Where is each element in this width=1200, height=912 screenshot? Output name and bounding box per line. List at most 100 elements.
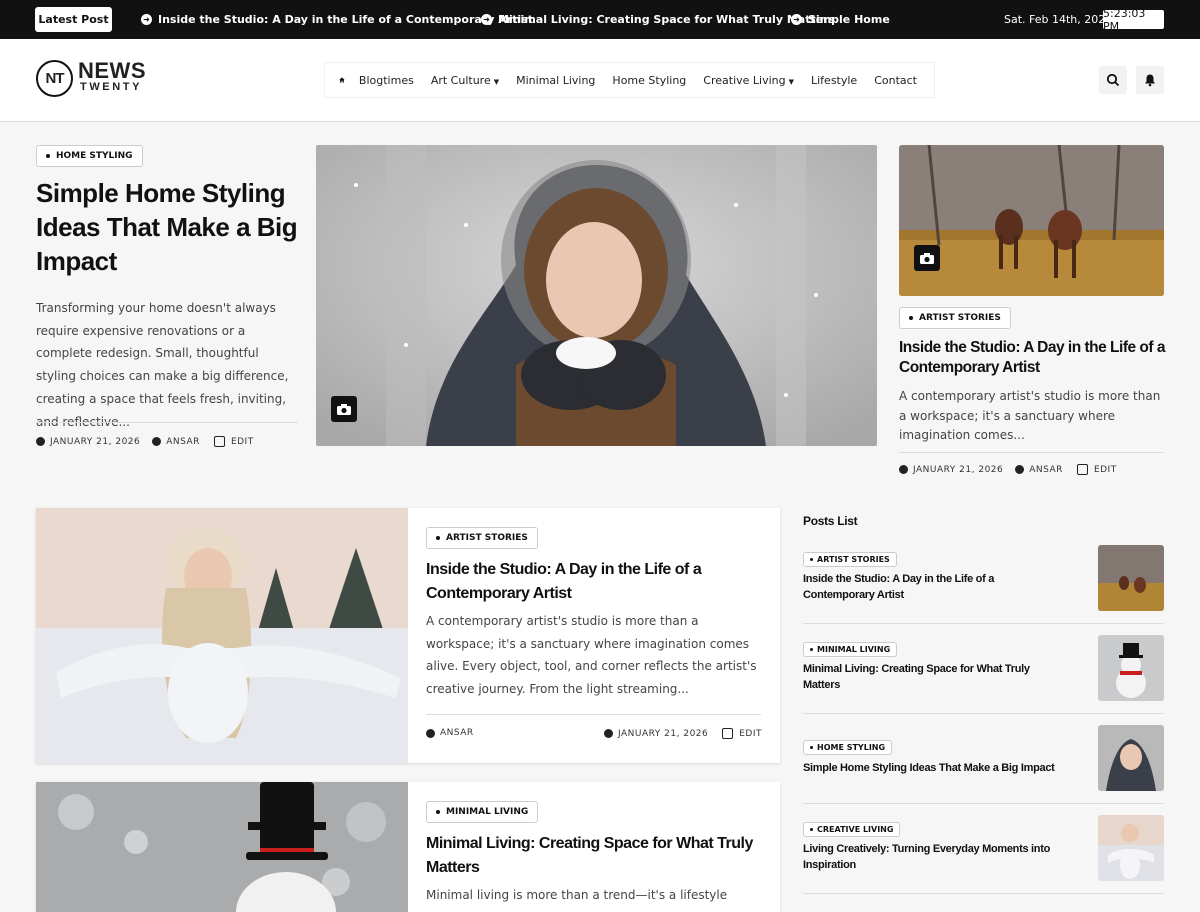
side-feature-tag[interactable]: ARTIST STORIES — [899, 307, 1011, 329]
snow-girl-thumbnail — [1098, 815, 1164, 881]
site-header: NT NEWS TWENTY Blogtimes Art Culture ▼ Mi… — [0, 39, 1200, 122]
item-category-tag[interactable]: HOME STYLING — [803, 740, 893, 755]
posts-list-item[interactable]: ARTIST STORIES Inside the Studio: A Day … — [803, 545, 1164, 611]
dot-icon — [810, 558, 813, 561]
arrow-right-icon: ➜ — [141, 14, 152, 25]
snow-girl-image — [36, 508, 408, 763]
winter-girl-thumbnail — [1098, 725, 1164, 791]
post-author[interactable]: ANSAR — [440, 728, 474, 738]
ticker-item[interactable]: ➜ Simple Home — [791, 0, 890, 39]
post-date[interactable]: JANUARY 21, 2026 — [913, 465, 1003, 475]
card-title[interactable]: Inside the Studio: A Day in the Life of … — [426, 558, 756, 606]
caret-down-icon: ▼ — [493, 77, 500, 86]
item-category-tag[interactable]: ARTIST STORIES — [803, 552, 897, 567]
hero-meta: JANUARY 21, 2026 ANSAR EDIT — [36, 436, 254, 447]
nav-item-creative-living[interactable]: Creative Living ▼ — [703, 74, 794, 87]
nav-item-label: Art Culture — [430, 73, 491, 87]
item-thumbnail[interactable] — [1098, 635, 1164, 701]
ticker-item[interactable]: ➜ Inside the Studio: A Day in the Life of… — [141, 0, 533, 39]
item-title[interactable]: Living Creatively: Turning Everyday Mome… — [803, 841, 1073, 873]
item-category-tag[interactable]: CREATIVE LIVING — [803, 822, 901, 837]
divider — [803, 713, 1164, 714]
caret-down-icon: ▼ — [788, 77, 794, 86]
hero-category-tag[interactable]: HOME STYLING — [36, 145, 143, 167]
camera-icon — [914, 245, 940, 271]
post-author[interactable]: ANSAR — [166, 437, 200, 447]
nav-item-minimal-living[interactable]: Minimal Living — [516, 74, 595, 87]
logo-word-twenty[interactable]: TWENTY — [80, 81, 142, 93]
camera-icon — [331, 396, 357, 422]
nav-item-art-culture[interactable]: Art Culture ▼ — [431, 74, 499, 87]
post-card: ARTIST STORIES Inside the Studio: A Day … — [36, 508, 780, 763]
latest-post-label: Latest Post — [35, 7, 112, 32]
clock-icon — [899, 465, 908, 474]
item-thumbnail[interactable] — [1098, 545, 1164, 611]
posts-list-item[interactable]: CREATIVE LIVING Living Creatively: Turni… — [803, 815, 1164, 881]
post-card: MINIMAL LIVING Minimal Living: Creating … — [36, 782, 780, 912]
nav-item-home-styling[interactable]: Home Styling — [612, 74, 686, 87]
horses-thumbnail — [1098, 545, 1164, 611]
logo-mark[interactable]: NT — [36, 60, 73, 97]
ticker-item-label: Inside the Studio: A Day in the Life of … — [158, 13, 533, 26]
side-feature-meta: JANUARY 21, 2026 ANSAR EDIT — [899, 464, 1117, 475]
hero-title[interactable]: Simple Home Styling Ideas That Make a Bi… — [36, 176, 301, 278]
tag-label: ARTIST STORIES — [919, 313, 1001, 323]
post-author[interactable]: ANSAR — [1029, 465, 1063, 475]
notification-button[interactable] — [1136, 66, 1164, 94]
nav-item-blogtimes[interactable]: Blogtimes — [359, 74, 414, 87]
dot-icon — [810, 828, 813, 831]
card-category-tag[interactable]: ARTIST STORIES — [426, 527, 538, 549]
top-bar: Latest Post ➜ Inside the Studio: A Day in… — [0, 0, 1200, 39]
item-title[interactable]: Minimal Living: Creating Space for What … — [803, 661, 1053, 693]
user-icon — [426, 728, 435, 738]
ticker-item[interactable]: ➜ Minimal Living: Creating Space for What… — [481, 0, 835, 39]
post-date[interactable]: JANUARY 21, 2026 — [618, 729, 708, 739]
nav-item-lifestyle[interactable]: Lifestyle — [811, 74, 857, 87]
home-icon[interactable] — [339, 72, 345, 88]
dot-icon — [436, 536, 440, 540]
card-excerpt: Minimal living is more than a trend—it's… — [426, 888, 728, 902]
item-category-tag[interactable]: MINIMAL LIVING — [803, 642, 898, 657]
item-thumbnail[interactable] — [1098, 725, 1164, 791]
logo-word-news[interactable]: NEWS — [78, 60, 146, 82]
search-button[interactable] — [1099, 66, 1127, 94]
hero-image[interactable] — [316, 145, 877, 446]
edit-link[interactable]: EDIT — [739, 729, 762, 739]
tag-label: CREATIVE LIVING — [817, 825, 894, 834]
side-feature-image[interactable] — [899, 145, 1164, 296]
edit-link[interactable]: EDIT — [231, 437, 254, 447]
ticker-item-label: Minimal Living: Creating Space for What … — [498, 13, 836, 26]
item-title[interactable]: Inside the Studio: A Day in the Life of … — [803, 571, 1023, 603]
nav-item-label: Creative Living — [703, 73, 786, 87]
user-icon — [152, 437, 162, 446]
tag-label: HOME STYLING — [56, 151, 133, 161]
post-date[interactable]: JANUARY 21, 2026 — [50, 437, 140, 447]
nav-item-contact[interactable]: Contact — [874, 74, 917, 87]
dot-icon — [46, 154, 50, 158]
posts-list-item[interactable]: HOME STYLING Simple Home Styling Ideas T… — [803, 725, 1164, 791]
tag-label: ARTIST STORIES — [817, 555, 890, 564]
edit-link[interactable]: EDIT — [1094, 465, 1117, 475]
card-excerpt: A contemporary artist's studio is more t… — [426, 614, 757, 697]
item-title[interactable]: Simple Home Styling Ideas That Make a Bi… — [803, 760, 1083, 776]
winter-girl-image — [316, 145, 877, 446]
snowman-image — [36, 782, 408, 912]
edit-icon — [1076, 464, 1088, 475]
divider — [36, 422, 298, 423]
side-feature-title[interactable]: Inside the Studio: A Day in the Life of … — [899, 338, 1167, 378]
divider — [803, 623, 1164, 624]
card-meta: JANUARY 21, 2026 EDIT — [604, 728, 762, 739]
card-title[interactable]: Minimal Living: Creating Space for What … — [426, 832, 766, 880]
arrow-right-icon: ➜ — [481, 14, 492, 25]
post-card-image[interactable] — [36, 782, 408, 912]
item-thumbnail[interactable] — [1098, 815, 1164, 881]
ticker-item-label: Simple Home — [808, 13, 890, 26]
search-icon — [1106, 73, 1120, 87]
posts-list-item[interactable]: MINIMAL LIVING Minimal Living: Creating … — [803, 635, 1164, 701]
current-date: Sat. Feb 14th, 2026 — [1004, 13, 1113, 26]
post-card-image[interactable] — [36, 508, 408, 763]
divider — [899, 452, 1164, 453]
tag-label: MINIMAL LIVING — [817, 645, 891, 654]
clock-icon — [604, 729, 613, 738]
card-category-tag[interactable]: MINIMAL LIVING — [426, 801, 539, 823]
